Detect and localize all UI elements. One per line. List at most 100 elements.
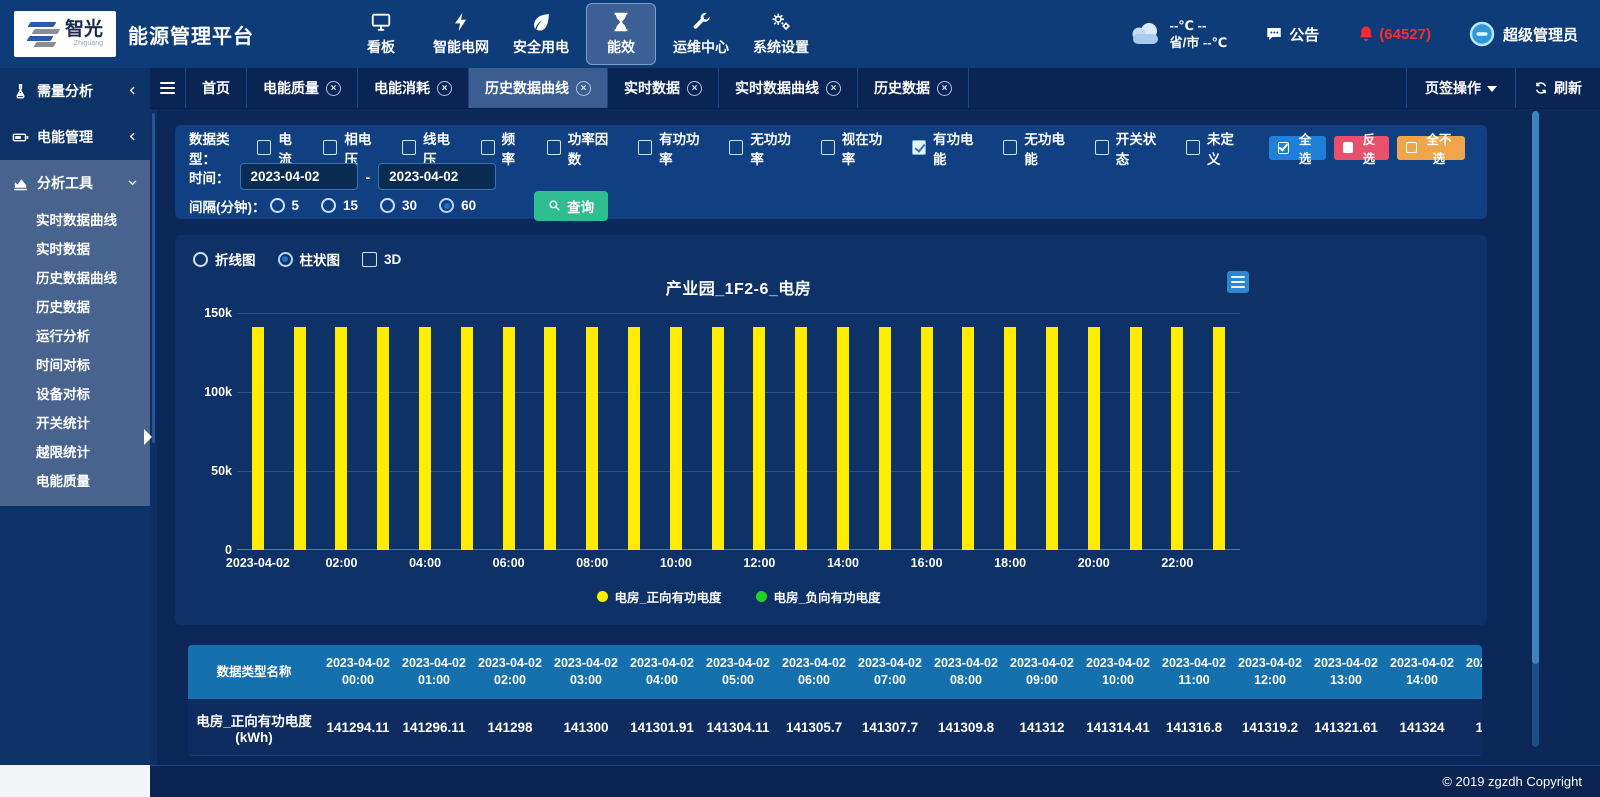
- sidebar-group-电能管理[interactable]: 电能管理: [0, 114, 150, 160]
- checkbox-box[interactable]: [1095, 140, 1109, 155]
- chart-menu-button[interactable]: [1227, 271, 1249, 293]
- checkbox-box[interactable]: [638, 140, 652, 155]
- checkbox-电流[interactable]: 电流: [257, 128, 303, 168]
- interval-radio-5[interactable]: 5: [270, 198, 300, 213]
- tab-实时数据曲线[interactable]: 实时数据曲线×: [719, 68, 858, 108]
- sidebar-item-历史数据[interactable]: 历史数据: [0, 293, 150, 322]
- checkbox-box[interactable]: [547, 140, 561, 155]
- nav-item-系统设置[interactable]: 系统设置: [746, 3, 816, 65]
- radio-circle[interactable]: [193, 252, 208, 267]
- interval-radio-30[interactable]: 30: [380, 198, 417, 213]
- tab-close-icon[interactable]: ×: [326, 81, 341, 96]
- notification-button[interactable]: (64527): [1357, 24, 1431, 44]
- interval-radio-60[interactable]: 60: [439, 198, 476, 213]
- bar[interactable]: [753, 327, 765, 550]
- checkbox-box[interactable]: [481, 140, 495, 155]
- tab-历史数据曲线[interactable]: 历史数据曲线×: [469, 68, 608, 108]
- checkbox-无功功率[interactable]: 无功功率: [729, 128, 800, 168]
- tab-close-icon[interactable]: ×: [687, 81, 702, 96]
- bar[interactable]: [1213, 327, 1225, 550]
- bar[interactable]: [921, 327, 933, 550]
- checkbox-开关状态[interactable]: 开关状态: [1095, 128, 1166, 168]
- bar[interactable]: [962, 327, 974, 550]
- sidebar-item-时间对标[interactable]: 时间对标: [0, 351, 150, 380]
- bar[interactable]: [1046, 327, 1058, 550]
- bar[interactable]: [503, 327, 515, 550]
- tab-历史数据[interactable]: 历史数据×: [858, 68, 969, 108]
- announcement-button[interactable]: 公告: [1265, 24, 1319, 45]
- button-全不选[interactable]: 全不选: [1397, 136, 1465, 160]
- vertical-scrollbar[interactable]: [1532, 111, 1539, 747]
- sidebar-group-需量分析[interactable]: 需量分析: [0, 68, 150, 114]
- tab-close-icon[interactable]: ×: [937, 81, 952, 96]
- checkbox-无功电能[interactable]: 无功电能: [1003, 128, 1074, 168]
- chart-type-柱状图[interactable]: 柱状图: [278, 249, 341, 269]
- checkbox-box[interactable]: [323, 140, 337, 155]
- bar[interactable]: [335, 327, 347, 550]
- sidebar-item-越限统计[interactable]: 越限统计: [0, 438, 150, 467]
- radio-circle[interactable]: [439, 198, 454, 213]
- bar[interactable]: [1088, 327, 1100, 550]
- legend-item-电房_负向有功电度[interactable]: 电房_负向有功电度: [756, 587, 881, 606]
- radio-circle[interactable]: [270, 198, 285, 213]
- tab-电能质量[interactable]: 电能质量×: [247, 68, 358, 108]
- sidebar-item-历史数据曲线[interactable]: 历史数据曲线: [0, 264, 150, 293]
- checkbox-box[interactable]: [402, 140, 416, 155]
- bar[interactable]: [670, 327, 682, 550]
- bar[interactable]: [628, 327, 640, 550]
- bar[interactable]: [795, 327, 807, 550]
- bar[interactable]: [1130, 327, 1142, 550]
- bar[interactable]: [461, 327, 473, 550]
- nav-item-看板[interactable]: 看板: [346, 3, 416, 65]
- checkbox-box[interactable]: [912, 140, 926, 155]
- checkbox-box[interactable]: [1003, 140, 1017, 155]
- start-date-input[interactable]: 2023-04-02: [240, 163, 358, 190]
- checkbox-未定义[interactable]: 未定义: [1186, 128, 1245, 168]
- bar[interactable]: [837, 327, 849, 550]
- bar[interactable]: [712, 327, 724, 550]
- bar[interactable]: [419, 327, 431, 550]
- bar[interactable]: [252, 327, 264, 550]
- button-反选[interactable]: 反选: [1334, 136, 1390, 160]
- checkbox-视在功率[interactable]: 视在功率: [821, 128, 892, 168]
- sidebar-item-设备对标[interactable]: 设备对标: [0, 380, 150, 409]
- interval-radio-15[interactable]: 15: [321, 198, 358, 213]
- tab-close-icon[interactable]: ×: [576, 81, 591, 96]
- checkbox-box[interactable]: [729, 140, 743, 155]
- tab-menu-button[interactable]: [150, 68, 186, 108]
- bar[interactable]: [1004, 327, 1016, 550]
- bar[interactable]: [879, 327, 891, 550]
- bar[interactable]: [1171, 327, 1183, 550]
- chart-type-3D[interactable]: 3D: [362, 252, 401, 267]
- tab-首页[interactable]: 首页: [186, 68, 247, 108]
- sidebar-item-实时数据曲线[interactable]: 实时数据曲线: [0, 206, 150, 235]
- sidebar-item-开关统计[interactable]: 开关统计: [0, 409, 150, 438]
- sidebar-group-分析工具[interactable]: 分析工具: [0, 160, 150, 206]
- bar[interactable]: [294, 327, 306, 550]
- checkbox-相电压[interactable]: 相电压: [323, 128, 382, 168]
- radio-circle[interactable]: [321, 198, 336, 213]
- checkbox-box[interactable]: [821, 140, 835, 155]
- tab-operations-button[interactable]: 页签操作: [1406, 68, 1515, 108]
- nav-item-运维中心[interactable]: 运维中心: [666, 3, 736, 65]
- checkbox-有功功率[interactable]: 有功功率: [638, 128, 709, 168]
- query-button[interactable]: 查询: [534, 191, 608, 221]
- checkbox-box[interactable]: [362, 252, 377, 267]
- tab-电能消耗[interactable]: 电能消耗×: [358, 68, 469, 108]
- scrollbar-thumb[interactable]: [1532, 111, 1539, 664]
- tab-close-icon[interactable]: ×: [437, 81, 452, 96]
- radio-circle[interactable]: [380, 198, 395, 213]
- button-全选[interactable]: 全选: [1269, 136, 1326, 160]
- sidebar-item-运行分析[interactable]: 运行分析: [0, 322, 150, 351]
- user-menu[interactable]: 超级管理员: [1469, 21, 1578, 47]
- radio-circle[interactable]: [278, 252, 293, 267]
- nav-item-能效[interactable]: 能效: [586, 3, 656, 65]
- checkbox-box[interactable]: [257, 140, 271, 155]
- legend-item-电房_正向有功电度[interactable]: 电房_正向有功电度: [597, 587, 722, 606]
- checkbox-功率因数[interactable]: 功率因数: [547, 128, 618, 168]
- checkbox-线电压[interactable]: 线电压: [402, 128, 461, 168]
- tab-实时数据[interactable]: 实时数据×: [608, 68, 719, 108]
- end-date-input[interactable]: 2023-04-02: [378, 163, 496, 190]
- checkbox-有功电能[interactable]: 有功电能: [912, 128, 983, 168]
- bar[interactable]: [377, 327, 389, 550]
